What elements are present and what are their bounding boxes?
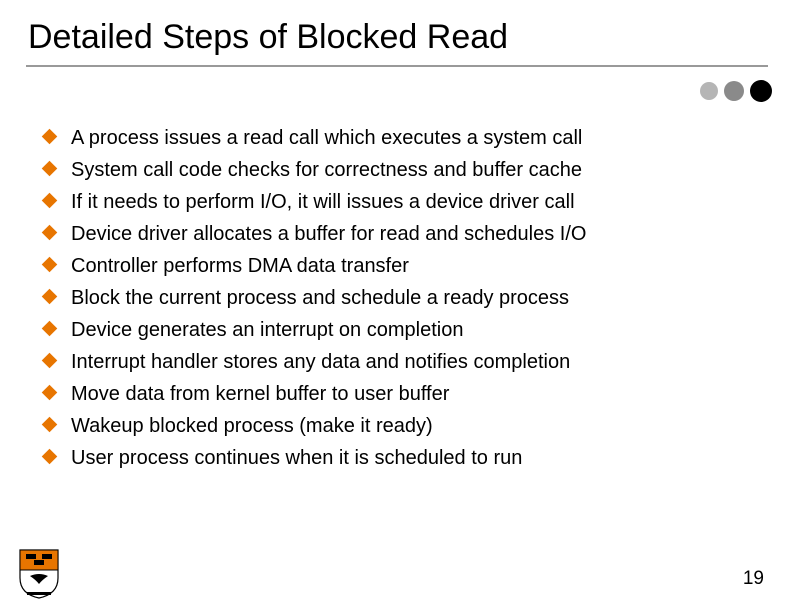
list-item-text: Device driver allocates a buffer for rea… — [71, 220, 586, 248]
princeton-shield-icon — [18, 548, 60, 600]
page-number: 19 — [743, 568, 764, 590]
list-item-text: System call code checks for correctness … — [71, 156, 582, 184]
list-item-text: Controller performs DMA data transfer — [71, 252, 409, 280]
diamond-bullet-icon — [42, 225, 58, 241]
list-item: A process issues a read call which execu… — [44, 124, 586, 152]
list-item: User process continues when it is schedu… — [44, 444, 586, 472]
list-item: Interrupt handler stores any data and no… — [44, 348, 586, 376]
list-item: Device driver allocates a buffer for rea… — [44, 220, 586, 248]
list-item-text: User process continues when it is schedu… — [71, 444, 522, 472]
diamond-bullet-icon — [42, 257, 58, 273]
dot-icon — [724, 81, 744, 101]
list-item: Wakeup blocked process (make it ready) — [44, 412, 586, 440]
list-item-text: A process issues a read call which execu… — [71, 124, 582, 152]
list-item-text: Wakeup blocked process (make it ready) — [71, 412, 433, 440]
list-item-text: Device generates an interrupt on complet… — [71, 316, 463, 344]
list-item: If it needs to perform I/O, it will issu… — [44, 188, 586, 216]
diamond-bullet-icon — [42, 321, 58, 337]
diamond-bullet-icon — [42, 129, 58, 145]
dot-icon — [700, 82, 718, 100]
list-item-text: Block the current process and schedule a… — [71, 284, 569, 312]
title-underline — [26, 65, 768, 67]
diamond-bullet-icon — [42, 353, 58, 369]
dot-icon — [750, 80, 772, 102]
list-item: Block the current process and schedule a… — [44, 284, 586, 312]
decorative-dots — [700, 80, 772, 102]
list-item-text: Interrupt handler stores any data and no… — [71, 348, 570, 376]
diamond-bullet-icon — [42, 193, 58, 209]
diamond-bullet-icon — [42, 385, 58, 401]
list-item: Move data from kernel buffer to user buf… — [44, 380, 586, 408]
list-item-text: If it needs to perform I/O, it will issu… — [71, 188, 575, 216]
list-item: Device generates an interrupt on complet… — [44, 316, 586, 344]
diamond-bullet-icon — [42, 161, 58, 177]
slide-title: Detailed Steps of Blocked Read — [28, 18, 508, 57]
bullet-list: A process issues a read call which execu… — [44, 124, 586, 476]
list-item-text: Move data from kernel buffer to user buf… — [71, 380, 449, 408]
diamond-bullet-icon — [42, 289, 58, 305]
list-item: System call code checks for correctness … — [44, 156, 586, 184]
list-item: Controller performs DMA data transfer — [44, 252, 586, 280]
diamond-bullet-icon — [42, 449, 58, 465]
diamond-bullet-icon — [42, 417, 58, 433]
